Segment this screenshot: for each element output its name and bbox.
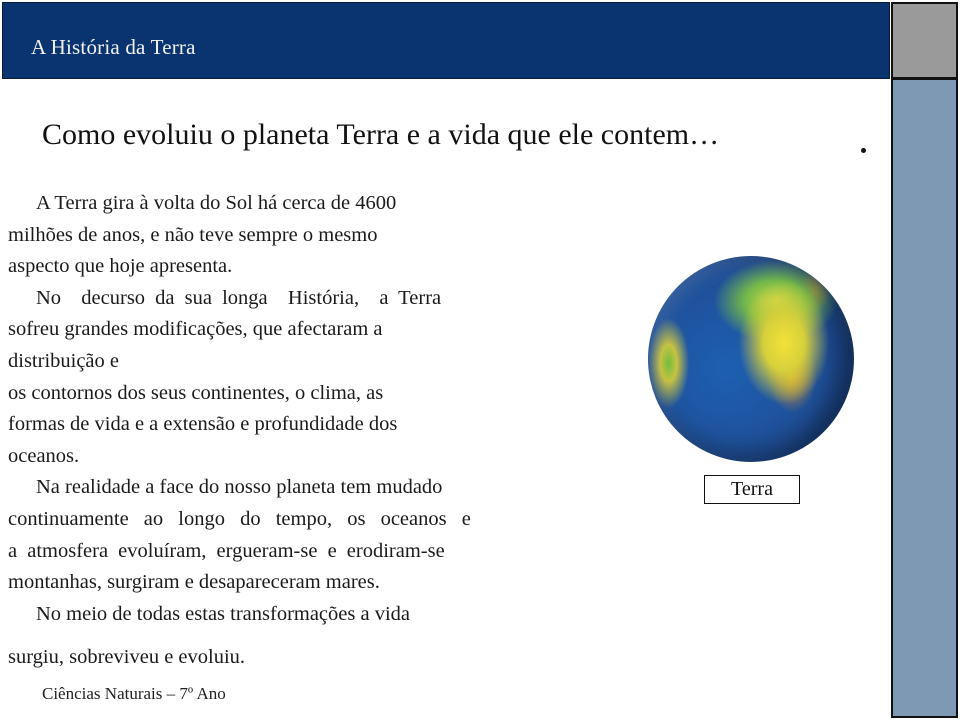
body-text: A Terra gira à volta do Sol há cerca de … xyxy=(8,188,614,674)
text-line: surgiu, sobreviveu e evoluiu. xyxy=(8,646,246,669)
text-line: formas de vida e a extensão e profundida… xyxy=(8,413,398,436)
earth-globe-icon xyxy=(648,256,854,462)
bullet-dot xyxy=(861,148,866,153)
text-line: milhões de anos, e não teve sempre o mes… xyxy=(8,223,378,246)
paragraph-4: No meio de todas estas transformações a … xyxy=(8,599,614,674)
text-line: montanhas, surgiram e desapareceram mare… xyxy=(8,571,380,594)
text-line: A Terra gira à volta do Sol há cerca de … xyxy=(36,192,397,214)
side-decoration-top xyxy=(891,2,958,79)
earth-image xyxy=(638,228,863,468)
text-line: distribuição e xyxy=(8,349,120,372)
text-line: continuamente ao longo do tempo, os ocea… xyxy=(8,507,471,530)
slide-header-title: A História da Terra xyxy=(31,35,196,59)
slide-footer: Ciências Naturais – 7º Ano xyxy=(42,684,226,703)
title-bar: A História da Terra xyxy=(2,2,890,79)
text-line: sofreu grandes modificações, que afectar… xyxy=(8,318,383,341)
slide: A História da Terra Como evoluiu o plane… xyxy=(0,0,960,720)
paragraph-2: No decurso da sua longa História, a Terr… xyxy=(8,283,614,473)
paragraph-1: A Terra gira à volta do Sol há cerca de … xyxy=(8,188,614,283)
text-line: Na realidade a face do nosso planeta tem… xyxy=(36,476,443,499)
text-line: No meio de todas estas transformações a … xyxy=(36,602,411,625)
text-line: os contornos dos seus continentes, o cli… xyxy=(8,381,384,404)
image-caption: Terra xyxy=(704,475,800,504)
paragraph-3: Na realidade a face do nosso planeta tem… xyxy=(8,472,614,598)
side-decoration-bar xyxy=(891,78,958,718)
text-line: aspecto que hoje apresenta. xyxy=(8,255,233,278)
text-line: No decurso da sua longa História, a Terr… xyxy=(36,286,442,309)
slide-subtitle: Como evoluiu o planeta Terra e a vida qu… xyxy=(42,118,720,151)
text-line: oceanos. xyxy=(8,444,80,467)
text-line: a atmosfera evoluíram, ergueram-se e ero… xyxy=(8,539,445,562)
